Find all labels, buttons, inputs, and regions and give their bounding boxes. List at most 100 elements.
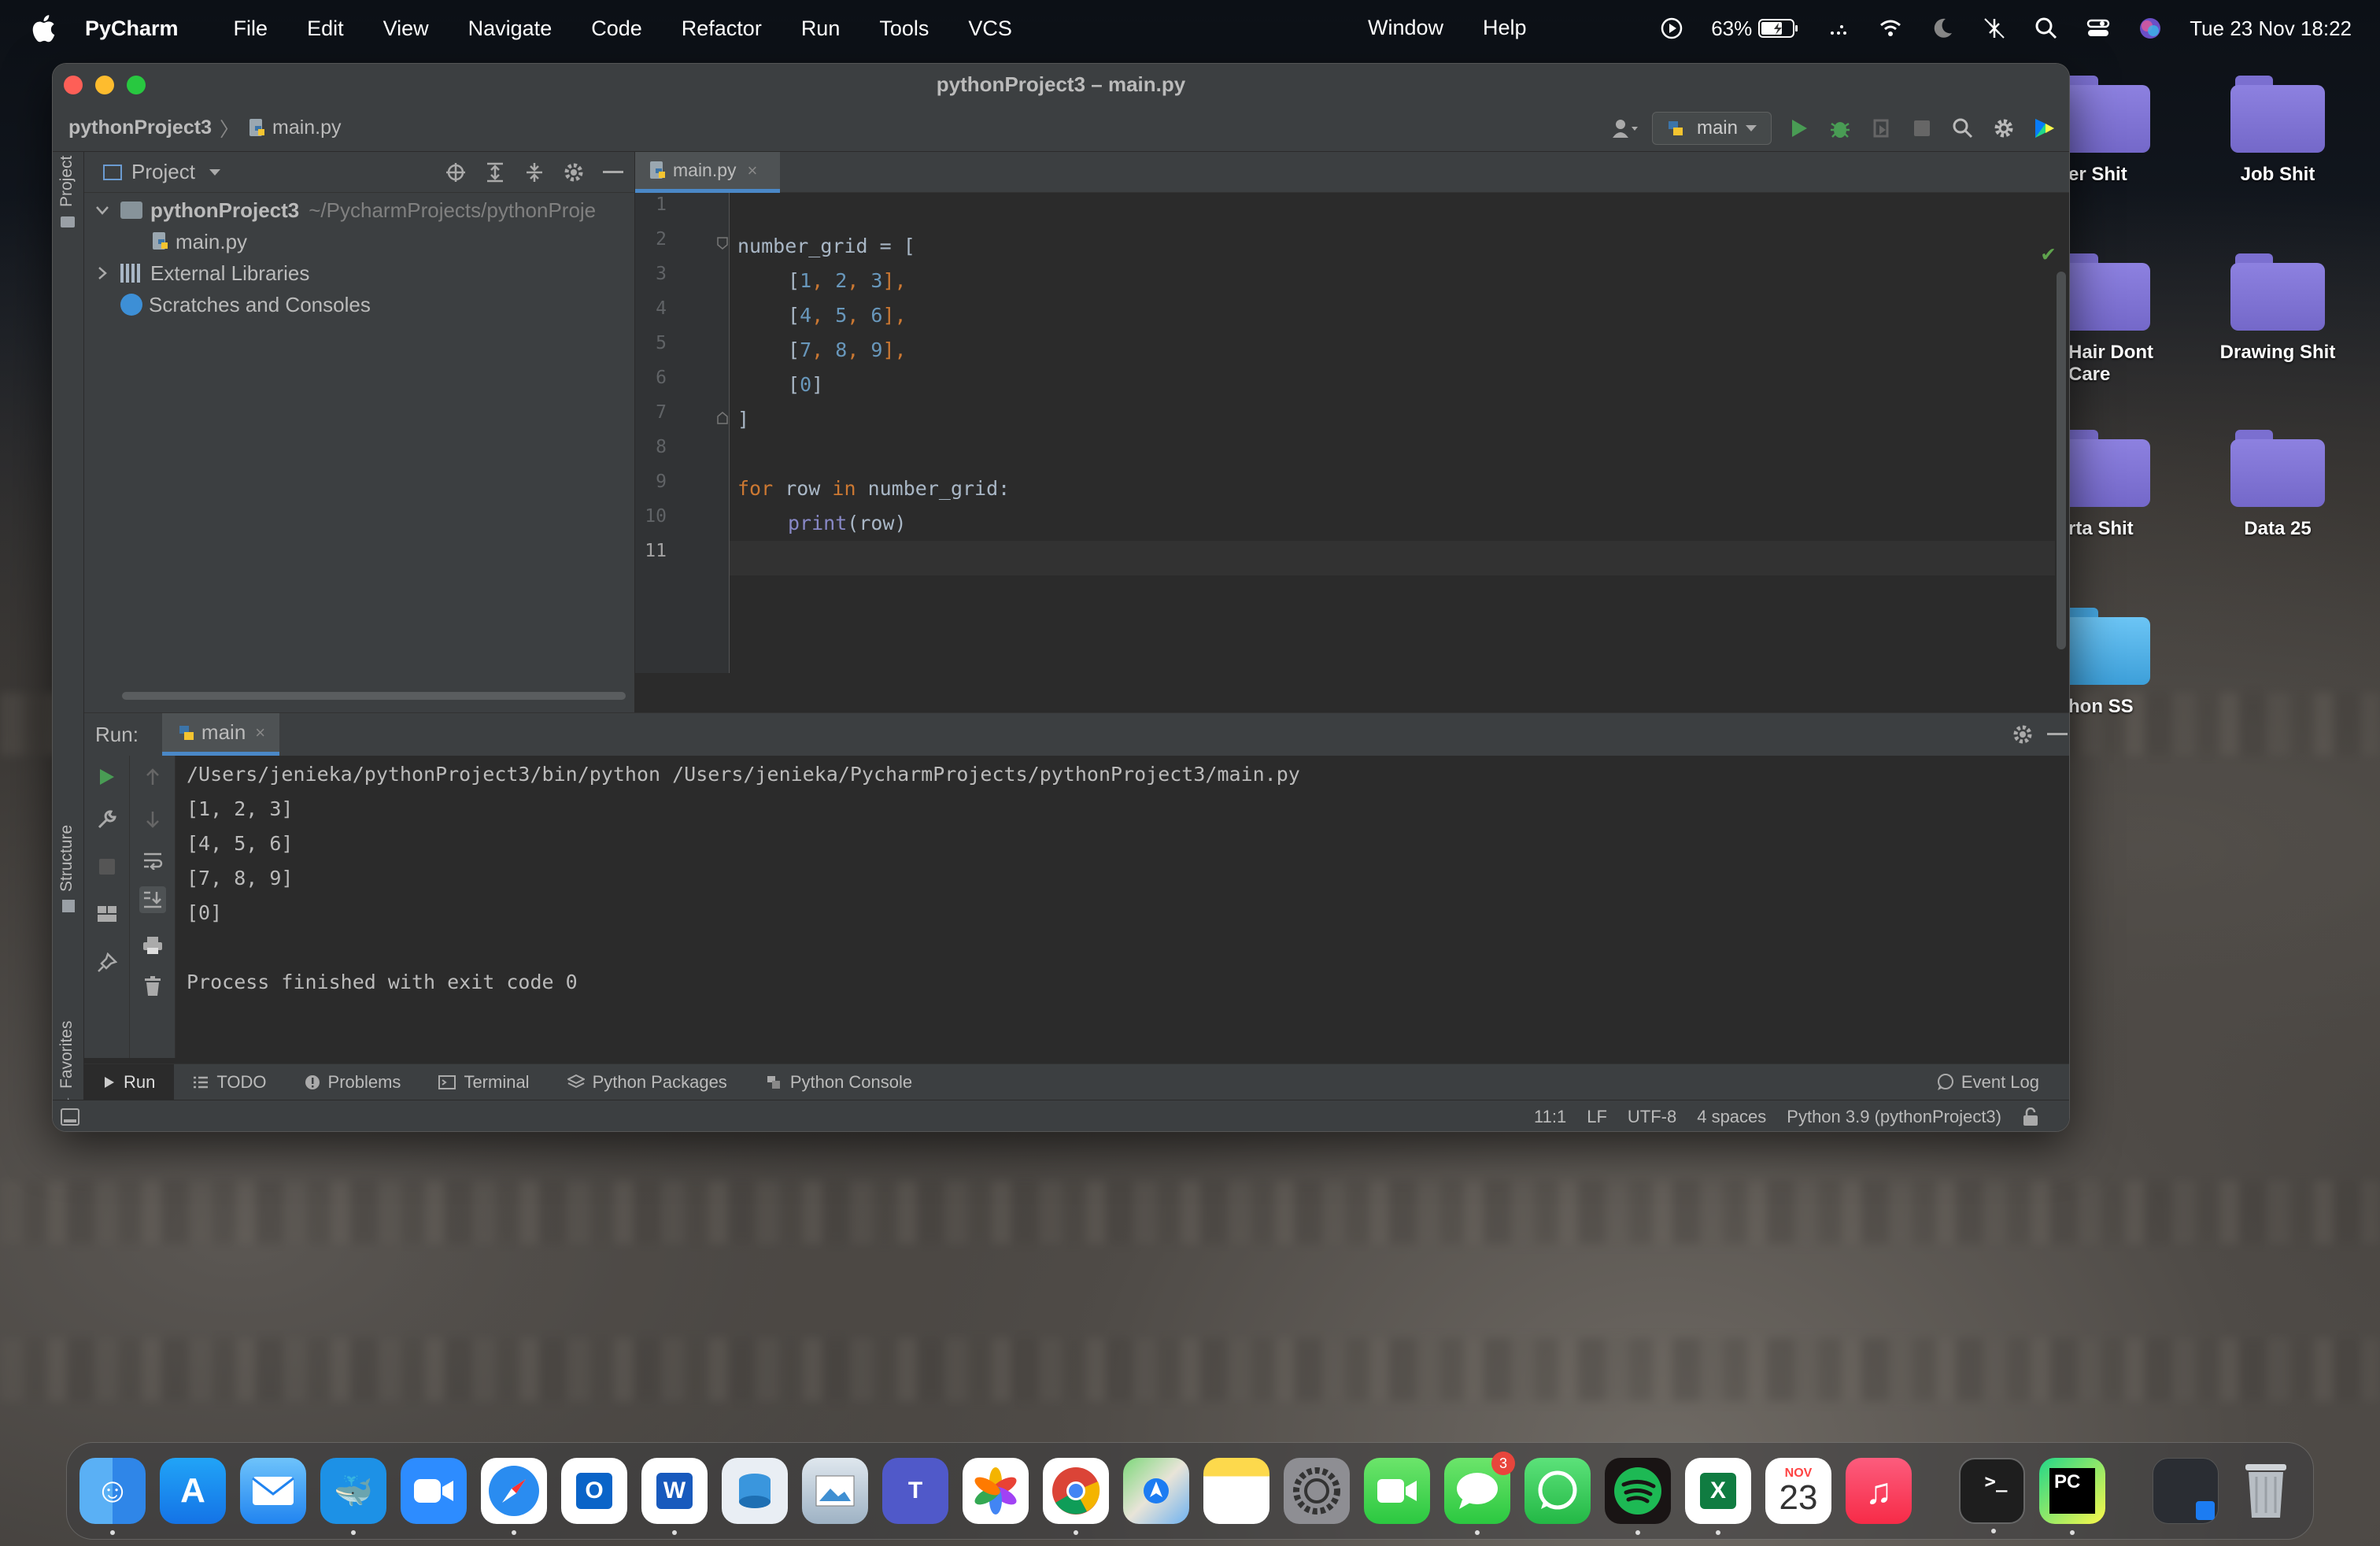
- wrench-icon[interactable]: [94, 806, 120, 833]
- pin-icon[interactable]: [94, 949, 120, 976]
- python-interpreter[interactable]: Python 3.9 (pythonProject3): [1787, 1107, 2001, 1127]
- chevron-down-icon[interactable]: [208, 168, 222, 177]
- dock-facetime[interactable]: [1364, 1458, 1430, 1524]
- arrow-up-icon[interactable]: [139, 764, 166, 790]
- indent-setting[interactable]: 4 spaces: [1697, 1107, 1766, 1127]
- settings-gear-icon[interactable]: [1990, 115, 2017, 142]
- run-button[interactable]: [1786, 115, 1813, 142]
- tree-item-scratches[interactable]: Scratches and Consoles: [84, 289, 634, 320]
- dock-messages[interactable]: 3: [1444, 1452, 1515, 1535]
- zoom-window-button[interactable]: [127, 76, 146, 94]
- apple-icon[interactable]: [28, 13, 57, 44]
- print-icon[interactable]: [139, 932, 166, 959]
- tool-tab-run[interactable]: Run: [84, 1063, 175, 1100]
- menu-edit[interactable]: Edit: [307, 17, 344, 41]
- tree-item-main-py[interactable]: main.py: [84, 226, 634, 257]
- minimize-window-button[interactable]: [95, 76, 114, 94]
- dock-calendar[interactable]: NOV 23: [1765, 1458, 1831, 1524]
- dock-notes[interactable]: [1203, 1458, 1269, 1524]
- structure-tool-tab[interactable]: Structure: [57, 825, 76, 892]
- project-panel-title[interactable]: Project: [131, 160, 195, 184]
- favorites-tool-tab[interactable]: Favorites: [57, 1021, 76, 1089]
- dock-preview[interactable]: [802, 1458, 868, 1524]
- chevron-right-icon[interactable]: [95, 266, 109, 280]
- close-tab-icon[interactable]: ×: [255, 723, 265, 743]
- run-configuration-select[interactable]: main: [1651, 112, 1772, 145]
- locate-file-icon[interactable]: [442, 159, 469, 186]
- soft-wrap-icon[interactable]: [139, 847, 166, 874]
- menu-refactor[interactable]: Refactor: [682, 17, 762, 41]
- clock[interactable]: Tue 23 Nov 18:22: [2190, 17, 2352, 41]
- stop-button[interactable]: [1909, 115, 1935, 142]
- hide-panel-icon[interactable]: [600, 159, 626, 186]
- dock-trash[interactable]: [2233, 1458, 2299, 1524]
- dock-teams[interactable]: T: [882, 1458, 948, 1524]
- desktop-folder-job-shit[interactable]: Job Shit: [2199, 76, 2356, 186]
- scroll-to-end-icon[interactable]: [139, 886, 166, 913]
- fold-icon[interactable]: [717, 237, 728, 250]
- dock-whatsapp[interactable]: [1524, 1458, 1591, 1524]
- tool-tab-todo[interactable]: TODO: [174, 1064, 285, 1100]
- breadcrumb-file[interactable]: main.py: [272, 117, 342, 139]
- project-tool-tab[interactable]: Project: [57, 156, 76, 207]
- control-center-icon[interactable]: [2086, 16, 2111, 41]
- no-problems-check-icon[interactable]: ✔: [2042, 240, 2055, 266]
- code-area[interactable]: number_grid = [ [1, 2, 3], [4, 5, 6], [7…: [730, 193, 2069, 673]
- menu-navigate[interactable]: Navigate: [468, 17, 552, 41]
- layout-icon[interactable]: [94, 901, 120, 927]
- menu-code[interactable]: Code: [591, 17, 642, 41]
- gear-icon[interactable]: [560, 159, 587, 186]
- battery-status[interactable]: 63%: [1711, 17, 1799, 41]
- close-window-button[interactable]: [64, 76, 83, 94]
- horizontal-scrollbar[interactable]: [122, 692, 626, 700]
- dock-mail[interactable]: [240, 1458, 306, 1524]
- debug-button[interactable]: [1827, 115, 1853, 142]
- dock-azure-data-studio[interactable]: [722, 1458, 788, 1524]
- dock-pycharm[interactable]: PC: [2039, 1458, 2105, 1535]
- dock-docker[interactable]: 🐳: [320, 1458, 386, 1535]
- trash-icon[interactable]: [139, 973, 166, 1000]
- dock-terminal[interactable]: >_: [1959, 1458, 2025, 1533]
- dock-safari[interactable]: [481, 1458, 547, 1535]
- wifi-icon[interactable]: [1878, 16, 1903, 41]
- siri-icon[interactable]: [2138, 16, 2163, 41]
- dock-chrome[interactable]: [1043, 1458, 1109, 1535]
- vertical-scrollbar[interactable]: [2057, 272, 2066, 649]
- plugin-logo-icon[interactable]: [2031, 115, 2058, 142]
- menu-vcs[interactable]: VCS: [968, 17, 1012, 41]
- dock-outlook[interactable]: O: [561, 1458, 627, 1524]
- menu-file[interactable]: File: [234, 17, 268, 41]
- search-icon[interactable]: [2034, 16, 2059, 41]
- chevron-down-icon[interactable]: [95, 205, 109, 215]
- menu-run[interactable]: Run: [801, 17, 841, 41]
- editor-tab-main-py[interactable]: main.py ×: [635, 152, 780, 193]
- close-tab-icon[interactable]: ×: [748, 161, 758, 181]
- fold-end-icon[interactable]: [717, 412, 728, 424]
- toggle-tool-windows-icon[interactable]: [61, 1108, 79, 1126]
- hide-panel-icon[interactable]: [2044, 721, 2069, 748]
- menu-tools[interactable]: Tools: [879, 17, 929, 41]
- coverage-button[interactable]: [1868, 115, 1894, 142]
- caret-position[interactable]: 11:1: [1534, 1107, 1566, 1127]
- file-encoding[interactable]: UTF-8: [1628, 1107, 1676, 1127]
- tool-tab-terminal[interactable]: Terminal: [419, 1064, 548, 1100]
- menu-app-name[interactable]: PyCharm: [85, 17, 179, 41]
- dock-system-preferences[interactable]: [1284, 1458, 1350, 1524]
- arrow-down-icon[interactable]: [139, 806, 166, 833]
- dock-music[interactable]: ♫: [1846, 1458, 1912, 1524]
- tool-tab-python-packages[interactable]: Python Packages: [549, 1064, 746, 1100]
- menu-help[interactable]: Help: [1483, 16, 1527, 40]
- menu-view[interactable]: View: [383, 17, 429, 41]
- search-everywhere-icon[interactable]: [1949, 115, 1976, 142]
- run-tab-main[interactable]: main ×: [161, 713, 280, 756]
- expand-all-icon[interactable]: [482, 159, 508, 186]
- tool-tab-python-console[interactable]: Python Console: [746, 1064, 931, 1100]
- no-mic-icon[interactable]: [1982, 16, 2007, 41]
- dock-recent-window[interactable]: [2153, 1458, 2219, 1524]
- breadcrumb-project[interactable]: pythonProject3: [68, 117, 212, 139]
- dock-zoom[interactable]: [401, 1458, 467, 1524]
- title-bar[interactable]: pythonProject3 – main.py: [53, 64, 2069, 105]
- collapse-all-icon[interactable]: [521, 159, 548, 186]
- tree-item-external-libraries[interactable]: External Libraries: [84, 257, 634, 289]
- tool-tab-problems[interactable]: Problems: [286, 1064, 420, 1100]
